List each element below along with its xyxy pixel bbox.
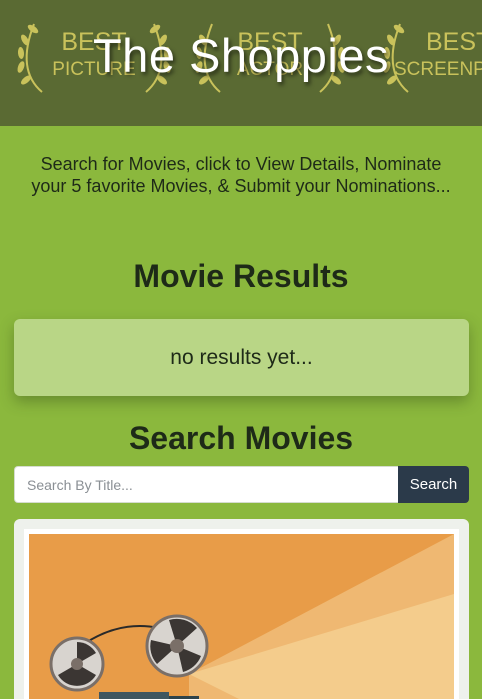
- intro-text: Search for Movies, click to View Details…: [31, 154, 451, 196]
- movie-card[interactable]: [14, 519, 469, 699]
- search-bar: Search: [14, 466, 469, 503]
- film-projector-icon: [49, 534, 454, 699]
- app-title: The Shoppies: [92, 29, 390, 82]
- header-banner: BEST PICTURE BEST ACTOR BES SCREENP The …: [0, 0, 482, 126]
- empty-results-message: no results yet...: [170, 345, 313, 369]
- results-heading: Movie Results: [133, 258, 349, 294]
- search-button[interactable]: Search: [398, 466, 469, 503]
- search-heading: Search Movies: [128, 420, 354, 456]
- movie-poster: [24, 529, 459, 699]
- results-panel: no results yet...: [14, 319, 469, 396]
- search-input[interactable]: [14, 466, 398, 503]
